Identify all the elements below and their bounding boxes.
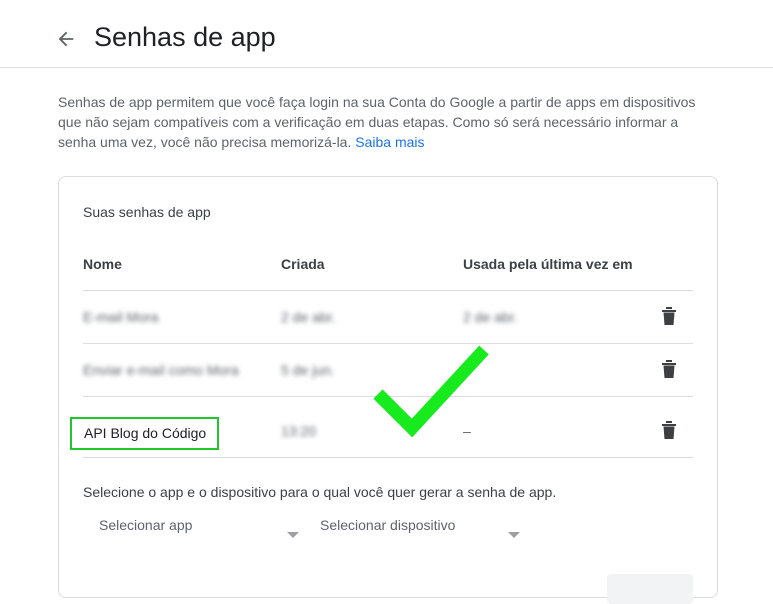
page-header: Senhas de app bbox=[0, 0, 773, 68]
column-header-created: Criada bbox=[281, 256, 325, 272]
chevron-down-icon[interactable] bbox=[508, 532, 520, 538]
column-header-name: Nome bbox=[83, 256, 122, 272]
table-row-created: 2 de abr. bbox=[281, 309, 336, 325]
table-row-name: E-mail Mora bbox=[83, 309, 159, 325]
select-prompt: Selecione o app e o dispositivo para o q… bbox=[83, 484, 557, 500]
generate-button[interactable] bbox=[607, 574, 693, 604]
column-header-last-used: Usada pela última vez em bbox=[463, 256, 633, 272]
chevron-down-icon[interactable] bbox=[287, 532, 299, 538]
intro-text: Senhas de app permitem que você faça log… bbox=[58, 92, 718, 152]
trash-icon[interactable] bbox=[661, 420, 677, 440]
highlight-box: API Blog do Código bbox=[70, 417, 219, 450]
divider bbox=[83, 457, 693, 458]
select-device-dropdown[interactable]: Selecionar dispositivo bbox=[320, 517, 455, 533]
checkmark-icon bbox=[373, 345, 489, 438]
learn-more-link[interactable]: Saiba mais bbox=[355, 134, 424, 150]
select-app-dropdown[interactable]: Selecionar app bbox=[99, 517, 192, 533]
trash-icon[interactable] bbox=[661, 306, 677, 326]
page-title: Senhas de app bbox=[94, 22, 276, 52]
table-row-created: 5 de jun. bbox=[281, 362, 335, 378]
divider bbox=[83, 290, 693, 291]
trash-icon[interactable] bbox=[661, 359, 677, 379]
table-row-last-used: 2 de abr. bbox=[463, 309, 518, 325]
arrow-back-icon[interactable] bbox=[55, 28, 77, 50]
table-row-created: 13:20 bbox=[281, 423, 317, 439]
table-row-name: Enviar e-mail como Mora bbox=[83, 362, 239, 378]
table-row-name: API Blog do Código bbox=[84, 425, 207, 441]
card-title: Suas senhas de app bbox=[83, 204, 211, 220]
